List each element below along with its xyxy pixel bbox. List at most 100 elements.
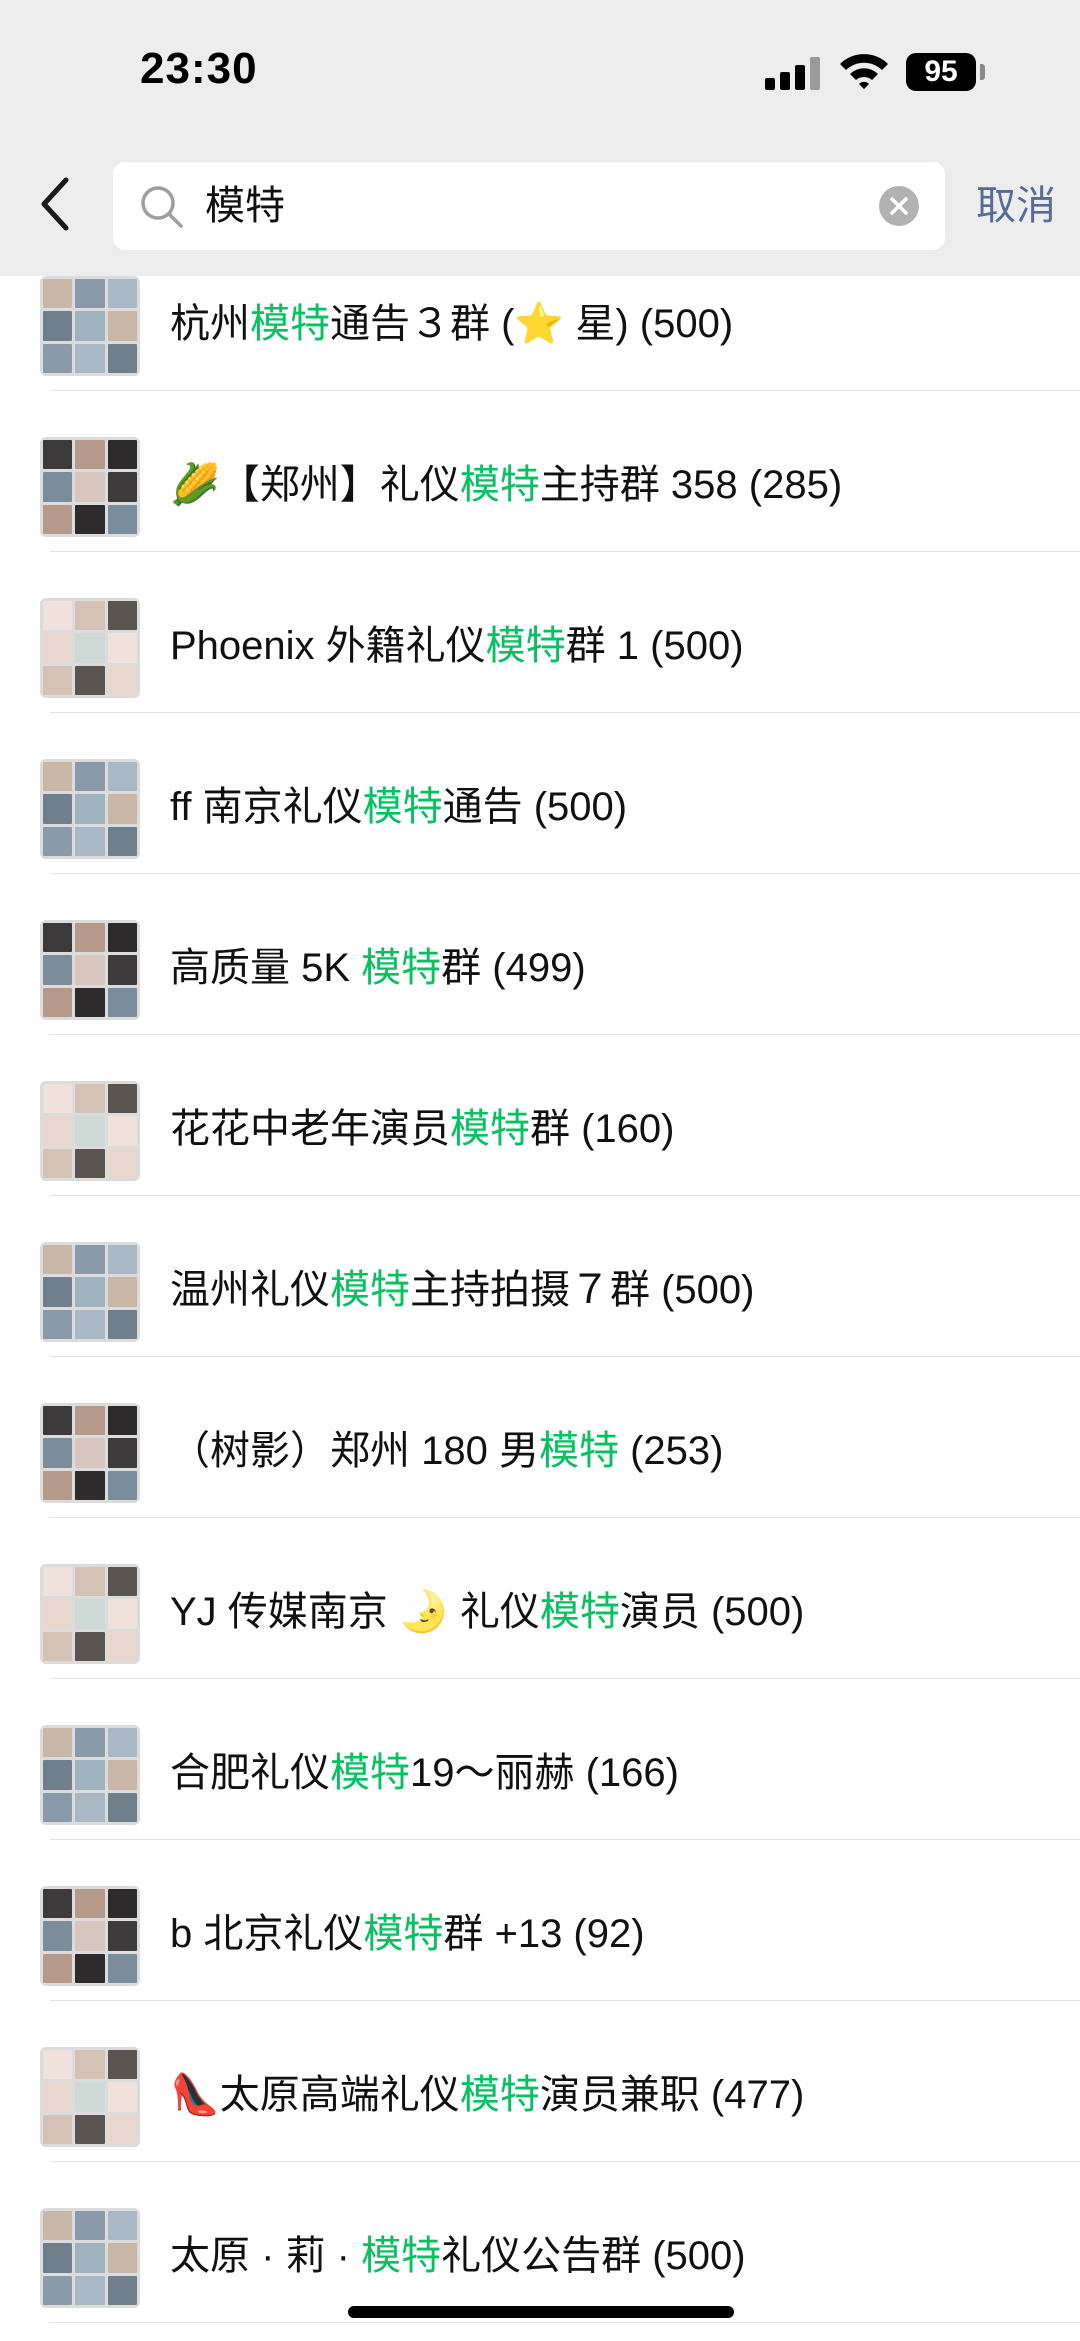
member-photo-tile: [75, 1889, 105, 1919]
member-photo-tile: [75, 1792, 105, 1822]
member-photo-tile: [43, 1245, 73, 1275]
member-photo-tile: [107, 1921, 137, 1951]
group-avatar: [40, 1725, 140, 1825]
member-photo-tile: [43, 1470, 73, 1500]
member-photo-tile: [75, 504, 105, 534]
group-result-item[interactable]: YJ 传媒南京 🌛 礼仪模特演员 (500): [0, 1518, 1080, 1679]
group-avatar: [40, 1564, 140, 1664]
group-name: YJ 传媒南京 🌛 礼仪模特演员 (500): [170, 1590, 805, 1634]
member-photo-tile: [75, 955, 105, 985]
member-photo-tile: [107, 1760, 137, 1790]
member-photo-tile: [107, 1245, 137, 1275]
member-photo-tile: [75, 2243, 105, 2273]
group-name: b 北京礼仪模特群 +13 (92): [170, 1912, 645, 1956]
member-photo-tile: [107, 1309, 137, 1339]
member-photo-tile: [75, 1245, 105, 1275]
clear-icon[interactable]: [879, 186, 919, 226]
member-photo-tile: [75, 279, 105, 309]
member-photo-tile: [107, 2275, 137, 2305]
member-photo-tile: [107, 1116, 137, 1146]
member-photo-tile: [107, 279, 137, 309]
member-photo-tile: [43, 955, 73, 985]
group-result-item[interactable]: Phoenix 外籍礼仪模特群 1 (500): [0, 552, 1080, 713]
group-result-item[interactable]: 👠太原高端礼仪模特演员兼职 (477): [0, 2001, 1080, 2162]
group-avatar: [40, 598, 140, 698]
member-photo-tile: [43, 1438, 73, 1468]
group-name: Phoenix 外籍礼仪模特群 1 (500): [170, 624, 744, 668]
member-photo-tile: [75, 923, 105, 953]
group-result-item[interactable]: 温州礼仪模特主持拍摄７群 (500): [0, 1196, 1080, 1357]
member-photo-tile: [75, 826, 105, 856]
member-photo-tile: [43, 2243, 73, 2273]
member-photo-tile: [107, 2243, 137, 2273]
battery-icon: 95: [906, 53, 976, 91]
member-photo-tile: [107, 1631, 137, 1661]
member-photo-tile: [75, 1084, 105, 1114]
member-photo-tile: [75, 762, 105, 792]
group-result-item[interactable]: （树影）郑州 180 男模特 (253): [0, 1357, 1080, 1518]
group-result-item[interactable]: 杭州模特通告３群 (⭐ 星) (500): [0, 230, 1080, 391]
member-photo-tile: [75, 1567, 105, 1597]
group-result-item[interactable]: 太原 · 莉 · 模特礼仪公告群 (500): [0, 2162, 1080, 2323]
member-photo-tile: [75, 311, 105, 341]
member-photo-tile: [107, 1470, 137, 1500]
keyword-highlight: 模特: [330, 1268, 410, 1312]
member-photo-tile: [75, 1599, 105, 1629]
group-avatar: [40, 759, 140, 859]
member-photo-tile: [43, 440, 73, 470]
member-photo-tile: [107, 2114, 137, 2144]
member-photo-tile: [107, 1953, 137, 1983]
group-name: 太原 · 莉 · 模特礼仪公告群 (500): [170, 2234, 746, 2278]
group-result-item[interactable]: 🌽【郑州】礼仪模特主持群 358 (285): [0, 391, 1080, 552]
member-photo-tile: [107, 2211, 137, 2241]
member-photo-tile: [75, 2050, 105, 2080]
member-photo-tile: [75, 665, 105, 695]
member-photo-tile: [107, 504, 137, 534]
member-photo-tile: [43, 1792, 73, 1822]
member-photo-tile: [43, 343, 73, 373]
member-photo-tile: [43, 1728, 73, 1758]
group-name: ff 南京礼仪模特通告 (500): [170, 785, 628, 829]
group-avatar: [40, 1403, 140, 1503]
group-result-item[interactable]: 合肥礼仪模特19～丽赫 (166): [0, 1679, 1080, 1840]
group-avatar: [40, 1886, 140, 1986]
member-photo-tile: [107, 923, 137, 953]
member-photo-tile: [43, 2050, 73, 2080]
back-arrow-icon[interactable]: [32, 172, 82, 236]
member-photo-tile: [107, 1406, 137, 1436]
member-photo-tile: [107, 343, 137, 373]
member-photo-tile: [43, 1889, 73, 1919]
keyword-highlight: 模特: [250, 302, 330, 346]
member-photo-tile: [75, 343, 105, 373]
group-avatar: [40, 2047, 140, 2147]
keyword-highlight: 模特: [363, 1912, 444, 1956]
group-name: 高质量 5K 模特群 (499): [170, 946, 586, 990]
member-photo-tile: [75, 2082, 105, 2112]
divider: [50, 2322, 1080, 2323]
battery-tip: [980, 64, 985, 80]
member-photo-tile: [107, 1728, 137, 1758]
member-photo-tile: [43, 1599, 73, 1629]
group-result-item[interactable]: 高质量 5K 模特群 (499): [0, 874, 1080, 1035]
group-name: 🌽【郑州】礼仪模特主持群 358 (285): [170, 463, 843, 507]
member-photo-tile: [75, 794, 105, 824]
group-name: 👠太原高端礼仪模特演员兼职 (477): [170, 2073, 805, 2117]
member-photo-tile: [75, 1148, 105, 1178]
member-photo-tile: [43, 2114, 73, 2144]
keyword-highlight: 模特: [330, 1751, 410, 1795]
member-photo-tile: [107, 1084, 137, 1114]
member-photo-tile: [107, 1277, 137, 1307]
group-result-item[interactable]: 花花中老年演员模特群 (160): [0, 1035, 1080, 1196]
member-photo-tile: [43, 1567, 73, 1597]
member-photo-tile: [43, 279, 73, 309]
group-result-item[interactable]: b 北京礼仪模特群 +13 (92): [0, 1840, 1080, 2001]
member-photo-tile: [75, 1406, 105, 1436]
member-photo-tile: [75, 1760, 105, 1790]
keyword-highlight: 模特: [539, 1590, 620, 1634]
member-photo-tile: [75, 987, 105, 1017]
cancel-button[interactable]: 取消: [976, 180, 1056, 232]
member-photo-tile: [107, 440, 137, 470]
group-result-item[interactable]: ff 南京礼仪模特通告 (500): [0, 713, 1080, 874]
member-photo-tile: [75, 1953, 105, 1983]
home-indicator: [348, 2306, 734, 2318]
